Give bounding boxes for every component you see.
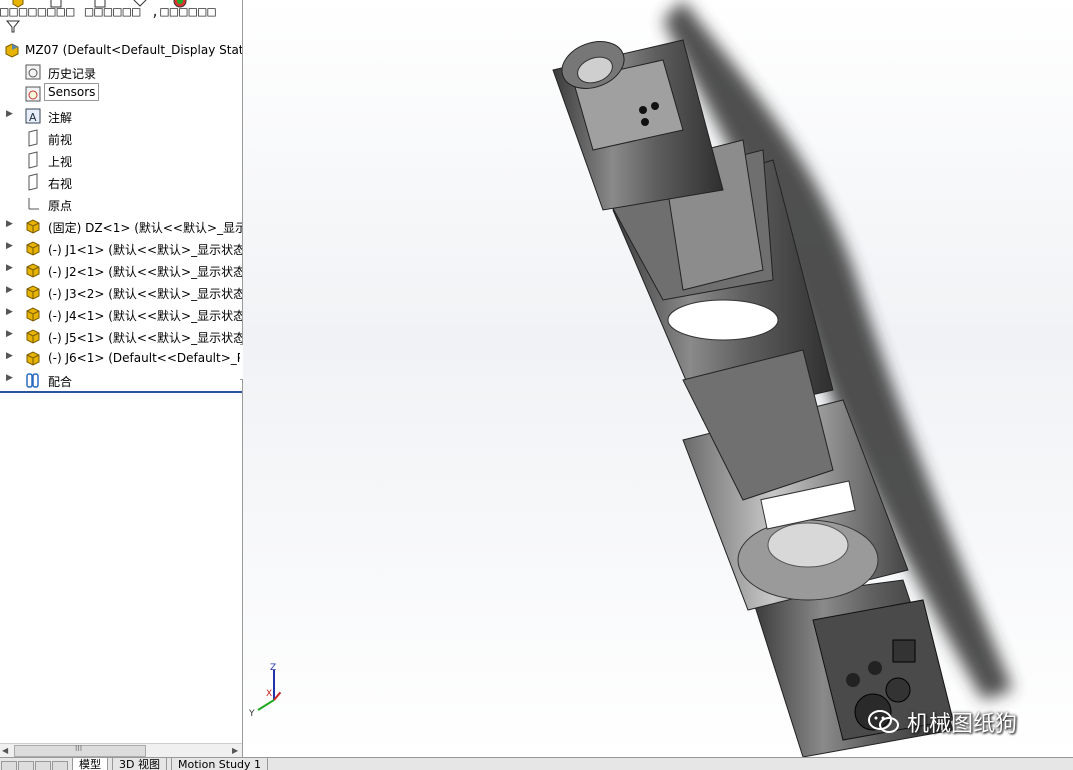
watermark: 机械图纸狗 bbox=[867, 703, 1017, 741]
tree-item[interactable]: 前视 bbox=[0, 128, 242, 148]
bottom-tab-bar: 模型 3D 视图 Motion Study 1 bbox=[0, 757, 1073, 770]
expand-arrow-icon[interactable]: ▶ bbox=[6, 263, 13, 273]
tree-item-label: (-) J6<1> (Default<<Default>_Pho bbox=[48, 351, 243, 365]
tree-item[interactable]: ▶ (-) J3<2> (默认<<默认>_显示状态 bbox=[0, 282, 242, 302]
scroll-grip: III bbox=[75, 744, 83, 753]
tree-item-label: 前视 bbox=[48, 133, 73, 147]
reference-triad: Z X Y bbox=[248, 663, 282, 719]
part-icon bbox=[24, 239, 42, 257]
triad-y-label: Y bbox=[248, 709, 255, 719]
feature-manager-toolbar: □□□□□□□□ □□□□□□ ,□□□□□□ bbox=[0, 0, 242, 33]
tab-3d-view[interactable]: 3D 视图 bbox=[112, 758, 167, 770]
tree-item[interactable]: ▶ (固定) DZ<1> (默认<<默认>_显示状 bbox=[0, 216, 242, 236]
part-icon bbox=[24, 327, 42, 345]
tab-model[interactable]: 模型 bbox=[72, 758, 108, 770]
tree-item[interactable]: 历史记录 bbox=[0, 62, 242, 82]
history-icon bbox=[24, 63, 42, 81]
tree-item-label: 原点 bbox=[48, 199, 73, 213]
tree-item[interactable]: Sensors bbox=[0, 83, 242, 104]
tree-item-label: 上视 bbox=[48, 155, 73, 169]
tree-item[interactable]: ▶ 配合 bbox=[0, 370, 242, 390]
plane-icon bbox=[24, 173, 42, 191]
plane-icon bbox=[24, 151, 42, 169]
part-icon bbox=[24, 305, 42, 323]
tab-motion-study[interactable]: Motion Study 1 bbox=[171, 758, 269, 770]
tree-item[interactable]: ▶ (-) J1<1> (默认<<默认>_显示状态 bbox=[0, 238, 242, 258]
tree-item-label: 注解 bbox=[48, 111, 73, 125]
origin-icon bbox=[24, 195, 42, 213]
expand-arrow-icon[interactable]: ▶ bbox=[6, 373, 13, 383]
assembly-icon bbox=[3, 41, 21, 59]
svg-text:A: A bbox=[29, 111, 37, 124]
expand-arrow-icon[interactable]: ▶ bbox=[6, 307, 13, 317]
scroll-right-arrow-icon[interactable]: ▶ bbox=[232, 746, 238, 755]
part-icon bbox=[24, 217, 42, 235]
tree-item-label: (-) J4<1> (默认<<默认>_显示状态 bbox=[48, 309, 243, 323]
horizontal-scrollbar[interactable]: ◀ III ▶ bbox=[0, 743, 242, 757]
window-title: □□□□□□□□ □□□□□□ ,□□□□□□ bbox=[0, 4, 217, 20]
tree-item[interactable]: ▶ (-) J6<1> (Default<<Default>_Pho bbox=[0, 348, 242, 368]
plane-icon bbox=[24, 129, 42, 147]
part-icon bbox=[24, 283, 42, 301]
watermark-text: 机械图纸狗 bbox=[907, 712, 1018, 737]
expand-arrow-icon[interactable]: ▶ bbox=[6, 329, 13, 339]
tab-scroll-arrows[interactable] bbox=[0, 758, 70, 770]
tree-item-label: 历史记录 bbox=[48, 67, 97, 81]
part-icon bbox=[24, 261, 42, 279]
wechat-icon bbox=[868, 710, 899, 733]
tree-item[interactable]: ▶ (-) J2<1> (默认<<默认>_显示状态 bbox=[0, 260, 242, 280]
expand-arrow-icon[interactable]: ▶ bbox=[6, 109, 13, 119]
tree-item[interactable]: ▶ (-) J4<1> (默认<<默认>_显示状态 bbox=[0, 304, 242, 324]
expand-arrow-icon[interactable]: ▶ bbox=[6, 219, 13, 229]
sensors-icon bbox=[24, 85, 42, 103]
triad-z-label: Z bbox=[270, 663, 276, 673]
graphics-area[interactable]: 机械图纸狗 bbox=[243, 0, 1073, 757]
part-icon bbox=[24, 349, 42, 367]
scroll-thumb[interactable]: III bbox=[14, 744, 146, 757]
scroll-left-arrow-icon[interactable]: ◀ bbox=[2, 746, 8, 755]
tree-item-label: (-) J3<2> (默认<<默认>_显示状态 bbox=[48, 287, 243, 301]
triad-x-label: X bbox=[266, 689, 272, 699]
tree-item-label: (固定) DZ<1> (默认<<默认>_显示状 bbox=[48, 221, 243, 235]
mates-icon bbox=[24, 371, 42, 389]
tree-item-label: Sensors bbox=[44, 83, 100, 101]
tree-item[interactable]: 原点 bbox=[0, 194, 242, 214]
expand-arrow-icon[interactable]: ▶ bbox=[6, 351, 13, 361]
tree-item[interactable]: 上视 bbox=[0, 150, 242, 170]
tree-item-label: (-) J1<1> (默认<<默认>_显示状态 bbox=[48, 243, 243, 257]
feature-manager-panel: □□□□□□□□ □□□□□□ ,□□□□□□ MZ07 (Default<De… bbox=[0, 0, 243, 769]
panel-divider bbox=[0, 391, 242, 393]
tree-item[interactable]: 右视 bbox=[0, 172, 242, 192]
filter-icon[interactable] bbox=[5, 18, 21, 34]
tree-root-label: MZ07 (Default<Default_Display State bbox=[25, 43, 243, 57]
tree-item-label: 右视 bbox=[48, 177, 73, 191]
tree-root-assembly[interactable]: MZ07 (Default<Default_Display State bbox=[0, 40, 242, 60]
expand-arrow-icon[interactable]: ▶ bbox=[6, 241, 13, 251]
tree-item-label: (-) J5<1> (默认<<默认>_显示状态 bbox=[48, 331, 243, 345]
tree-item[interactable]: ▶ (-) J5<1> (默认<<默认>_显示状态 bbox=[0, 326, 242, 346]
annotations-icon: A bbox=[24, 107, 42, 125]
robot-arm-model[interactable] bbox=[243, 0, 1073, 757]
tree-item-label: 配合 bbox=[48, 375, 73, 389]
expand-arrow-icon[interactable]: ▶ bbox=[6, 285, 13, 295]
tree-item[interactable]: ▶ A 注解 bbox=[0, 106, 242, 126]
tree-item-label: (-) J2<1> (默认<<默认>_显示状态 bbox=[48, 265, 243, 279]
